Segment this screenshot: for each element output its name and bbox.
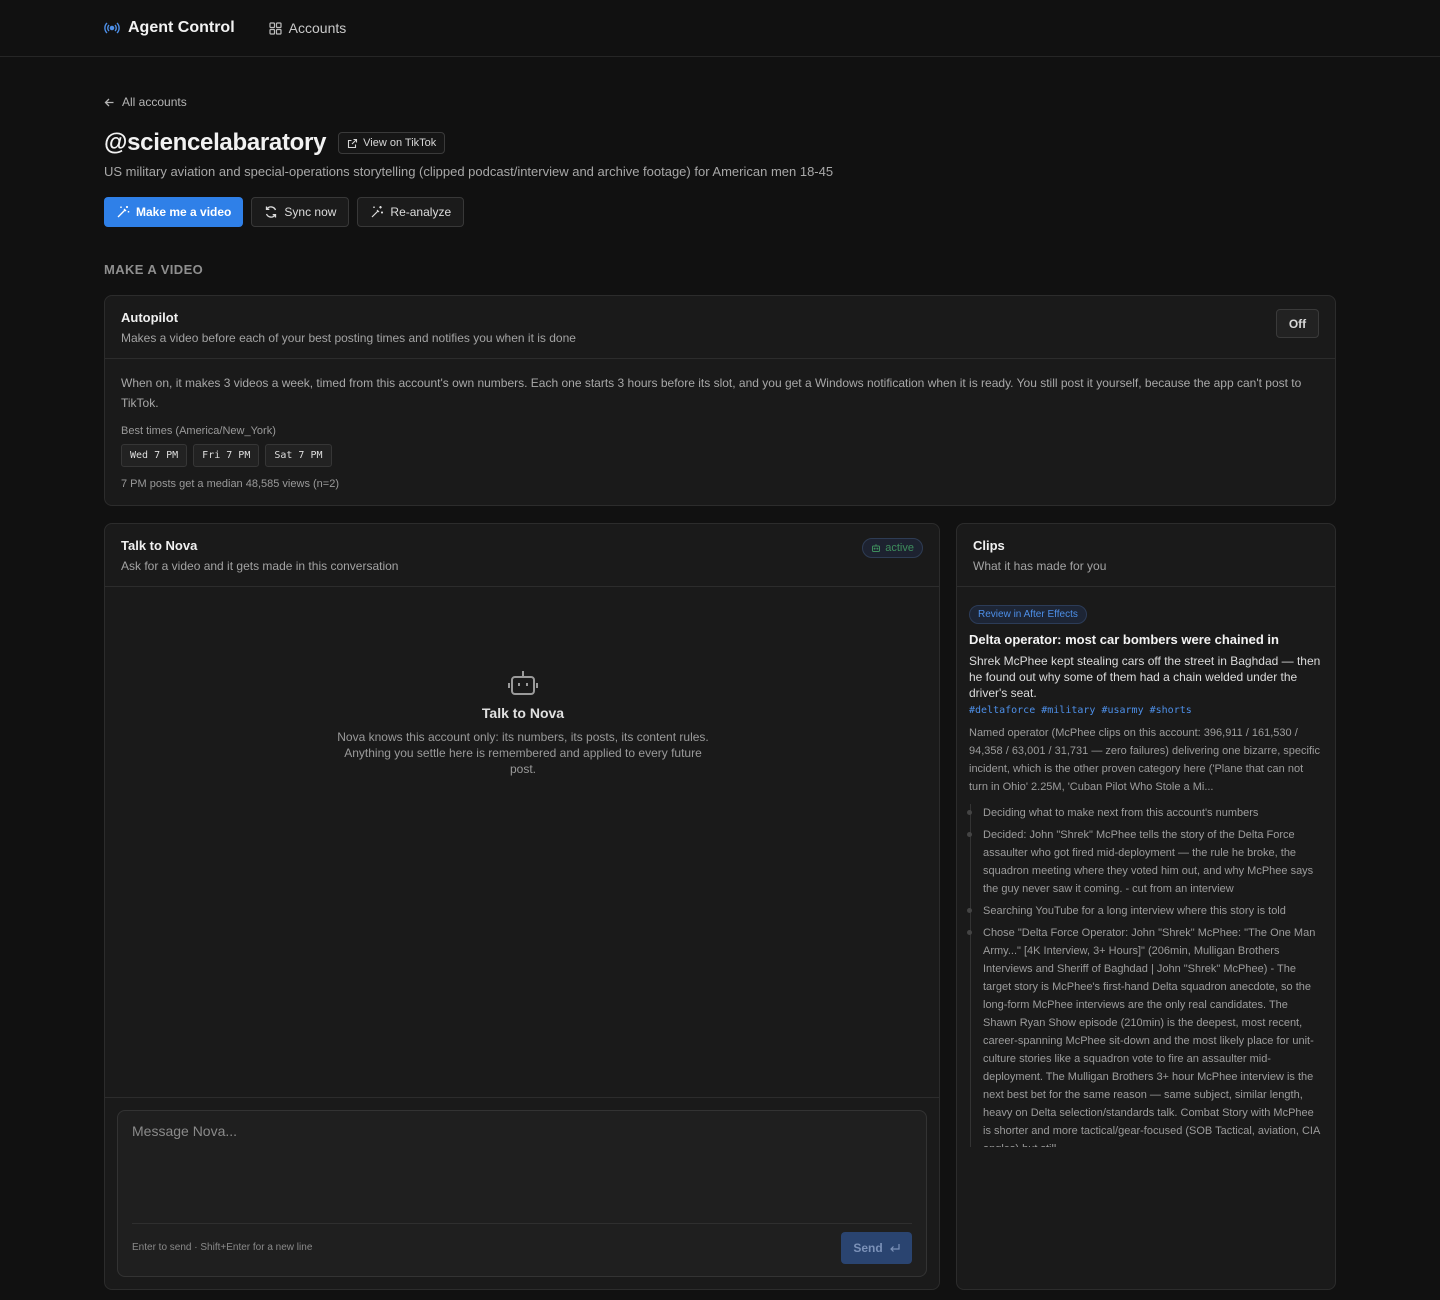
chat-title: Talk to Nova <box>121 538 198 553</box>
best-times-label: Best times (America/New_York) <box>121 425 276 437</box>
autopilot-card: Autopilot Makes a video before each of y… <box>104 295 1336 506</box>
reanalyze-button[interactable]: Re-analyze <box>357 197 465 227</box>
back-link[interactable]: All accounts <box>104 95 187 109</box>
clips-card: Clips What it has made for you Review in… <box>956 523 1336 1290</box>
make-video-label: Make me a video <box>136 205 232 219</box>
status-badge: active <box>862 538 923 558</box>
status-label: active <box>885 542 914 554</box>
chat-card: Talk to Nova Ask for a video and it gets… <box>104 523 940 1290</box>
clips-header: Clips What it has made for you <box>957 524 1335 587</box>
message-input[interactable] <box>132 1123 902 1213</box>
progress-step: Decided: John "Shrek" McPhee tells the s… <box>967 826 1323 898</box>
top-bar: Agent Control Accounts <box>0 0 1440 57</box>
empty-state-text: Nova knows this account only: its number… <box>337 730 709 776</box>
best-time-chip: Wed 7 PM <box>121 444 188 467</box>
account-description: US military aviation and special-operati… <box>104 164 834 179</box>
progress-steps: Deciding what to make next from this acc… <box>967 804 1323 1147</box>
progress-step: Deciding what to make next from this acc… <box>967 804 1323 822</box>
progress-step: Searching YouTube for a long interview w… <box>967 902 1323 920</box>
message-composer: Enter to send · Shift+Enter for a new li… <box>117 1110 927 1277</box>
sync-now-label: Sync now <box>284 205 337 219</box>
account-header: @sciencelabaratory View on TikTok <box>104 129 446 157</box>
composer-divider <box>105 1097 939 1098</box>
robot-icon <box>105 669 941 697</box>
send-button[interactable]: Send <box>841 1232 912 1264</box>
clip-reasoning: Named operator (McPhee clips on this acc… <box>969 727 1320 793</box>
bot-icon <box>871 543 881 553</box>
nav-accounts[interactable]: Accounts <box>269 20 347 36</box>
chat-empty-state: Talk to Nova Nova knows this account onl… <box>105 669 941 777</box>
best-time-chip: Fri 7 PM <box>193 444 260 467</box>
clip-item: Review in After Effects Delta operator: … <box>957 587 1335 1147</box>
brand[interactable]: Agent Control <box>104 19 235 37</box>
chat-subtitle: Ask for a video and it gets made in this… <box>121 559 399 573</box>
external-link-icon <box>347 138 358 149</box>
brand-name: Agent Control <box>128 19 235 36</box>
view-on-tiktok-label: View on TikTok <box>363 137 437 149</box>
empty-state-title: Talk to Nova <box>481 705 565 721</box>
send-label: Send <box>853 1241 883 1255</box>
arrow-left-icon <box>104 97 115 108</box>
enter-icon <box>889 1243 900 1253</box>
autopilot-toggle[interactable]: Off <box>1276 309 1319 338</box>
refresh-icon <box>264 205 278 219</box>
account-handle: @sciencelabaratory <box>104 129 327 156</box>
clip-title: Delta operator: most car bombers were ch… <box>969 632 1279 647</box>
nav-accounts-label: Accounts <box>288 20 347 36</box>
composer-divider-line <box>132 1223 912 1224</box>
autopilot-title: Autopilot <box>121 310 179 325</box>
best-time-chip: Sat 7 PM <box>265 444 332 467</box>
magic-wand-icon <box>116 205 130 219</box>
median-views-note: 7 PM posts get a median 48,585 views (n=… <box>121 478 339 490</box>
autopilot-subtitle: Makes a video before each of your best p… <box>121 331 576 345</box>
clips-title: Clips <box>973 538 1005 553</box>
section-label: MAKE A VIDEO <box>104 262 204 277</box>
sync-now-button[interactable]: Sync now <box>251 197 350 227</box>
progress-step: Chose "Delta Force Operator: John "Shrek… <box>967 924 1323 1147</box>
action-bar: Make me a video Sync now Re-analyze <box>104 197 465 227</box>
chat-header: Talk to Nova Ask for a video and it gets… <box>105 524 939 587</box>
clip-hashtags: #deltaforce #military #usarmy #shorts <box>969 705 1192 716</box>
make-video-button[interactable]: Make me a video <box>104 197 244 227</box>
clip-description: Shrek McPhee kept stealing cars off the … <box>969 654 1321 700</box>
reanalyze-label: Re-analyze <box>390 205 452 219</box>
clips-subtitle: What it has made for you <box>973 559 1107 573</box>
view-on-tiktok-button[interactable]: View on TikTok <box>338 132 446 154</box>
best-times-list: Wed 7 PM Fri 7 PM Sat 7 PM <box>121 444 1319 467</box>
autopilot-body: When on, it makes 3 videos a week, timed… <box>105 359 1335 504</box>
autopilot-header: Autopilot Makes a video before each of y… <box>105 296 1335 359</box>
grid-icon <box>269 21 282 35</box>
composer-hint: Enter to send · Shift+Enter for a new li… <box>132 1242 313 1253</box>
back-link-label: All accounts <box>122 95 187 109</box>
autopilot-description: When on, it makes 3 videos a week, timed… <box>121 376 1302 410</box>
sparkles-icon <box>370 205 384 219</box>
review-status-badge[interactable]: Review in After Effects <box>969 605 1087 624</box>
broadcast-icon <box>104 20 120 36</box>
